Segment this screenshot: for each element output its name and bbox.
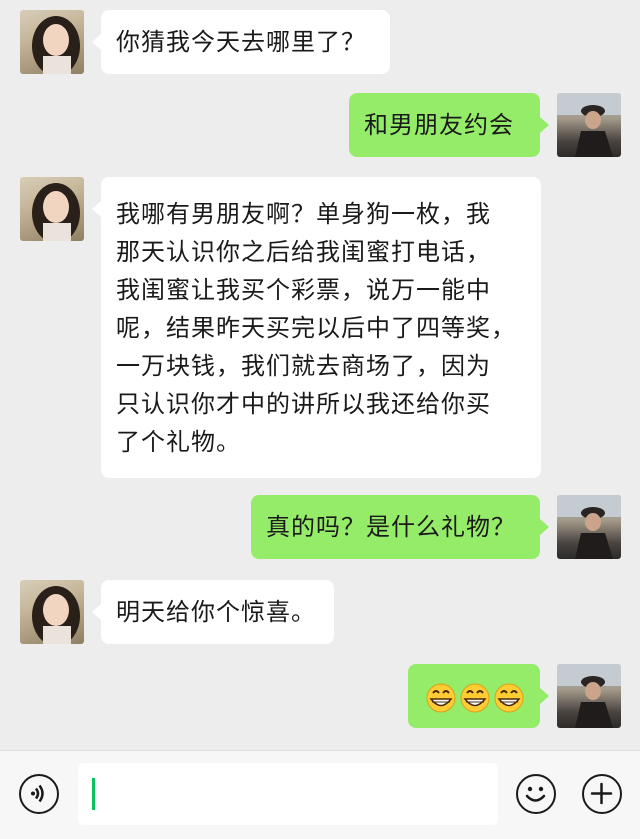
text-cursor (92, 778, 95, 810)
message-text: 真的吗？是什么礼物？ (266, 513, 516, 541)
contact-avatar[interactable] (20, 580, 84, 644)
message-text-line: 我闺蜜让我买个彩票，说万一能中 (116, 276, 491, 304)
emoji-button[interactable] (516, 774, 556, 814)
message-text-line: 了个礼物。 (116, 428, 241, 456)
message-text: 你猜我今天去哪里了？ (116, 28, 366, 56)
received-message-bubble[interactable]: 我哪有男朋友啊？单身狗一枚，我 那天认识你之后给我闺蜜打电话， 我闺蜜让我买个彩… (101, 177, 541, 478)
bubble-tail (92, 201, 101, 217)
my-avatar[interactable] (557, 664, 621, 728)
bubble-tail (540, 117, 549, 133)
message-row: 明天给你个惊喜。 (0, 580, 640, 644)
contact-avatar[interactable] (20, 177, 84, 241)
grin-emoji (460, 683, 490, 713)
bubble-tail (540, 688, 549, 704)
my-avatar-image (557, 495, 621, 559)
grin-emoji (494, 683, 524, 713)
sent-message-bubble[interactable] (408, 664, 540, 728)
contact-avatar[interactable] (20, 10, 84, 74)
received-message-bubble[interactable]: 明天给你个惊喜。 (101, 580, 334, 644)
contact-avatar-image (32, 183, 80, 241)
bubble-tail (92, 34, 101, 50)
emoji-row (426, 683, 524, 713)
plus-icon (590, 782, 613, 805)
input-toolbar (0, 750, 640, 839)
message-input[interactable] (78, 763, 498, 825)
sent-message-bubble[interactable]: 真的吗？是什么礼物？ (251, 495, 540, 559)
grin-emoji (426, 683, 456, 713)
contact-avatar-image (32, 16, 80, 74)
message-text: 和男朋友约会 (364, 111, 514, 139)
message-text-line: 一万块钱，我们就去商场了，因为 (116, 352, 491, 380)
received-message-bubble[interactable]: 你猜我今天去哪里了？ (101, 10, 390, 74)
message-row: 和男朋友约会 (0, 93, 640, 157)
sent-message-bubble[interactable]: 和男朋友约会 (349, 93, 540, 157)
contact-avatar-image (32, 586, 80, 644)
message-row: 真的吗？是什么礼物？ (0, 495, 640, 559)
more-button[interactable] (582, 774, 622, 814)
message-row: 我哪有男朋友啊？单身狗一枚，我 那天认识你之后给我闺蜜打电话， 我闺蜜让我买个彩… (0, 177, 640, 478)
message-row: 你猜我今天去哪里了？ (0, 10, 640, 74)
bubble-tail (540, 519, 549, 535)
voice-button[interactable] (19, 774, 59, 814)
message-text-line: 那天认识你之后给我闺蜜打电话， (116, 238, 491, 266)
message-text-line: 呢，结果昨天买完以后中了四等奖， (116, 314, 516, 342)
emoji-face-icon (525, 786, 546, 802)
my-avatar-image (557, 664, 621, 728)
message-text-line: 我哪有男朋友啊？单身狗一枚，我 (116, 200, 491, 228)
voice-icon (31, 784, 44, 803)
message-text-line: 只认识你才中的讲所以我还给你买 (116, 390, 491, 418)
chat-area: 你猜我今天去哪里了？ 和男朋友约会 我哪有男朋友啊？单身狗一枚，我 那天认识你之… (0, 0, 640, 750)
my-avatar[interactable] (557, 495, 621, 559)
message-row (0, 664, 640, 728)
my-avatar-image (557, 93, 621, 157)
my-avatar[interactable] (557, 93, 621, 157)
message-text: 明天给你个惊喜。 (116, 598, 316, 626)
bubble-tail (92, 604, 101, 620)
